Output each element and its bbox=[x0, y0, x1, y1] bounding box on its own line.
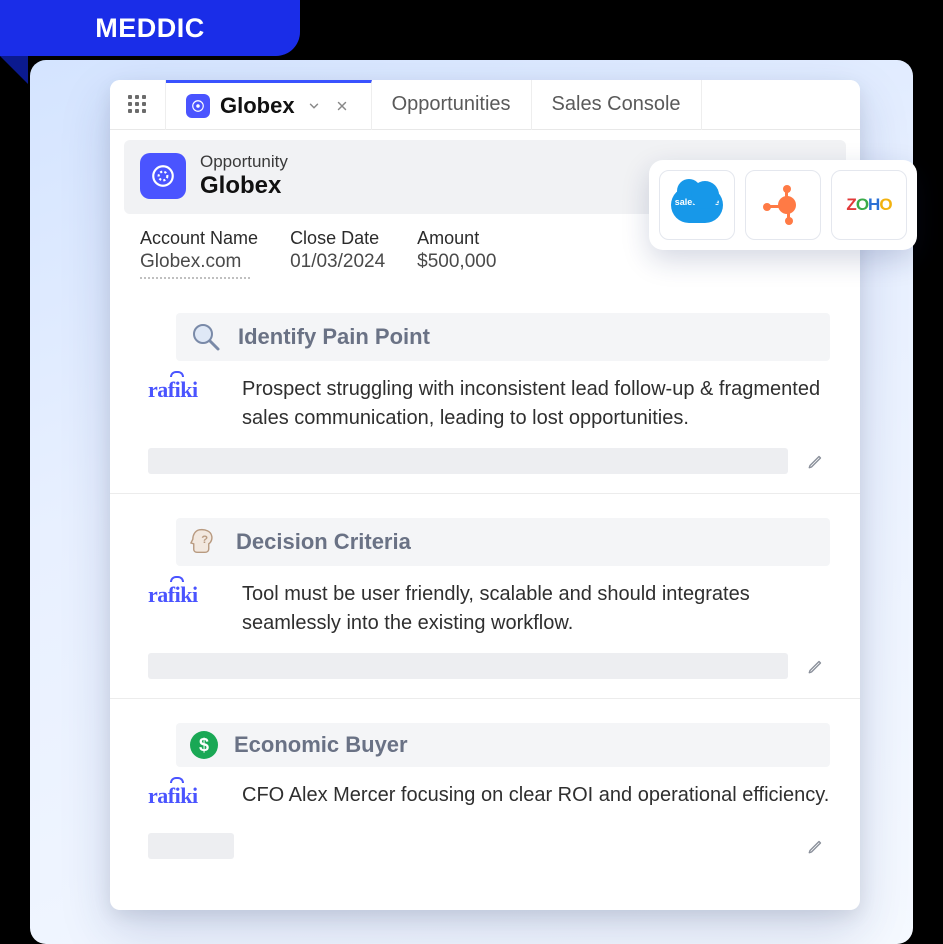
section-header: $ Economic Buyer bbox=[176, 723, 830, 767]
opportunity-icon bbox=[186, 94, 210, 118]
tab-label: Globex bbox=[220, 93, 295, 119]
field-value[interactable]: Globex.com bbox=[140, 251, 258, 273]
tab-label: Sales Console bbox=[552, 93, 681, 116]
section-economic-buyer: $ Economic Buyer rafiki CFO Alex Mercer … bbox=[110, 699, 860, 878]
app-launcher-button[interactable] bbox=[110, 80, 166, 130]
section-pain-point: Identify Pain Point rafiki Prospect stru… bbox=[110, 289, 860, 494]
hubspot-icon bbox=[763, 185, 803, 225]
section-header: ? Decision Criteria bbox=[176, 518, 830, 566]
field-value: 01/03/2024 bbox=[290, 251, 385, 273]
section-body-text: Prospect struggling with inconsistent le… bbox=[242, 375, 830, 433]
field-label: Amount bbox=[417, 228, 496, 249]
edit-button[interactable] bbox=[802, 652, 830, 680]
section-title: Economic Buyer bbox=[234, 732, 408, 758]
integrations-card: salesforce ZOHO bbox=[649, 160, 917, 250]
tab-sales-console[interactable]: Sales Console bbox=[532, 80, 702, 130]
integration-zoho[interactable]: ZOHO bbox=[831, 170, 907, 240]
section-header: Identify Pain Point bbox=[176, 313, 830, 361]
tab-label: Opportunities bbox=[392, 93, 511, 116]
edit-button[interactable] bbox=[802, 832, 830, 860]
account-name-field: Account Name Globex.com bbox=[140, 228, 258, 279]
magnifier-icon bbox=[190, 321, 222, 353]
section-body-text: Tool must be user friendly, scalable and… bbox=[242, 580, 830, 638]
section-title: Decision Criteria bbox=[236, 529, 411, 555]
zoho-icon: ZOHO bbox=[846, 195, 891, 215]
rafiki-logo: rafiki bbox=[148, 582, 226, 608]
tab-bar: Globex Opportunities Sales Console bbox=[110, 80, 860, 130]
pencil-icon bbox=[807, 657, 825, 675]
amount-field: Amount $500,000 bbox=[417, 228, 496, 279]
opportunity-icon bbox=[140, 153, 186, 199]
chevron-down-icon[interactable] bbox=[305, 97, 323, 115]
pencil-icon bbox=[807, 837, 825, 855]
close-icon[interactable] bbox=[333, 97, 351, 115]
meddic-badge-fold bbox=[0, 56, 28, 84]
salesforce-icon: salesforce bbox=[671, 187, 723, 223]
editable-underline bbox=[140, 277, 250, 279]
app-launcher-icon bbox=[128, 95, 148, 115]
rafiki-logo: rafiki bbox=[148, 377, 226, 403]
meddic-badge-label: MEDDIC bbox=[95, 13, 205, 44]
record-name: Globex bbox=[200, 172, 288, 200]
integration-hubspot[interactable] bbox=[745, 170, 821, 240]
field-value: $500,000 bbox=[417, 251, 496, 273]
text-input[interactable] bbox=[148, 653, 788, 679]
record-type-label: Opportunity bbox=[200, 152, 288, 172]
field-label: Account Name bbox=[140, 228, 258, 249]
text-input[interactable] bbox=[148, 448, 788, 474]
integration-salesforce[interactable]: salesforce bbox=[659, 170, 735, 240]
meddic-badge: MEDDIC bbox=[0, 0, 300, 56]
tab-opportunities[interactable]: Opportunities bbox=[372, 80, 532, 130]
text-input-short[interactable] bbox=[148, 833, 234, 859]
tab-globex[interactable]: Globex bbox=[166, 80, 372, 130]
pencil-icon bbox=[807, 452, 825, 470]
head-question-icon: ? bbox=[190, 526, 220, 558]
rafiki-logo: rafiki bbox=[148, 783, 226, 809]
edit-button[interactable] bbox=[802, 447, 830, 475]
close-date-field: Close Date 01/03/2024 bbox=[290, 228, 385, 279]
field-label: Close Date bbox=[290, 228, 385, 249]
section-title: Identify Pain Point bbox=[238, 324, 430, 350]
dollar-icon: $ bbox=[190, 731, 218, 759]
svg-text:?: ? bbox=[201, 534, 208, 546]
section-decision-criteria: ? Decision Criteria rafiki Tool must be … bbox=[110, 494, 860, 699]
section-body-text: CFO Alex Mercer focusing on clear ROI an… bbox=[242, 781, 830, 810]
